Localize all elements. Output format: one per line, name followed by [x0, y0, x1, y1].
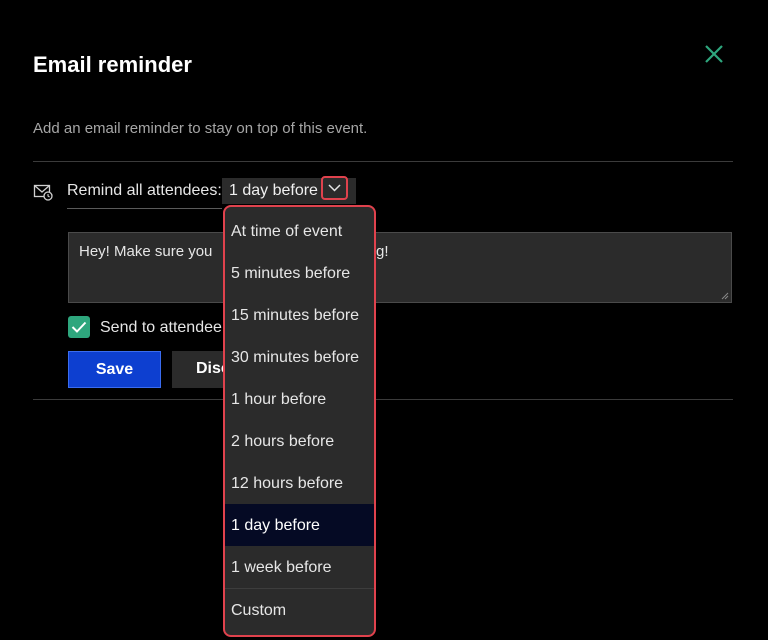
dropdown-option-1-day[interactable]: 1 day before — [225, 504, 374, 546]
close-button[interactable] — [700, 40, 728, 68]
dropdown-option-12-hours[interactable]: 12 hours before — [225, 462, 374, 504]
reminder-message-input[interactable]: Hey! Make sure you g! — [68, 232, 732, 303]
envelope-clock-icon — [33, 184, 53, 201]
message-text-tail: g! — [376, 243, 389, 260]
dropdown-option-15-minutes[interactable]: 15 minutes before — [225, 294, 374, 336]
dropdown-option-custom[interactable]: Custom — [225, 589, 374, 631]
checkmark-icon — [71, 321, 87, 333]
dropdown-option-at-time-of-event[interactable]: At time of event — [225, 210, 374, 252]
dropdown-option-1-hour[interactable]: 1 hour before — [225, 378, 374, 420]
save-button[interactable]: Save — [68, 351, 161, 388]
dropdown-option-5-minutes[interactable]: 5 minutes before — [225, 252, 374, 294]
close-x-icon — [705, 45, 723, 63]
reminder-selected-value: 1 day before — [229, 182, 318, 199]
reminder-time-dropdown: At time of event 5 minutes before 15 min… — [223, 205, 376, 637]
dialog-subtitle: Add an email reminder to stay on top of … — [33, 120, 368, 137]
chevron-down-icon — [328, 184, 341, 192]
remind-label-underline — [67, 208, 222, 209]
remind-attendees-label: Remind all attendees: — [67, 182, 222, 199]
reminder-dropdown-toggle[interactable] — [321, 176, 348, 200]
dropdown-option-1-week[interactable]: 1 week before — [225, 546, 374, 588]
top-divider — [33, 161, 733, 162]
send-to-attendees-checkbox[interactable] — [68, 316, 90, 338]
dialog-title: Email reminder — [33, 52, 192, 77]
dropdown-option-2-hours[interactable]: 2 hours before — [225, 420, 374, 462]
send-to-attendees-label: Send to attendee — [100, 319, 222, 336]
resize-grip-icon[interactable] — [721, 292, 729, 300]
dropdown-option-30-minutes[interactable]: 30 minutes before — [225, 336, 374, 378]
message-text-visible: Hey! Make sure you — [79, 243, 213, 260]
bottom-divider — [33, 399, 733, 400]
